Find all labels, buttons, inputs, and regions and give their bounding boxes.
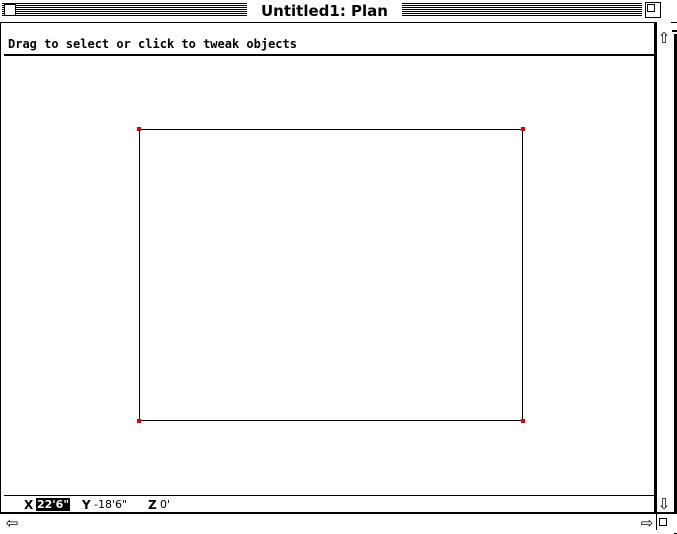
zoom-box-inner — [647, 4, 655, 12]
vertical-scrollbar[interactable] — [656, 22, 671, 512]
zoom-box-icon[interactable] — [645, 2, 661, 18]
scroll-left-arrow-icon[interactable]: ⇦ — [4, 515, 20, 531]
title-bar-stripes-left — [2, 3, 247, 17]
window-title: Untitled1: Plan — [247, 1, 402, 21]
title-bar-stripes-right — [402, 3, 642, 17]
horizontal-scrollbar[interactable] — [0, 514, 677, 533]
x-coordinate-label: X — [24, 498, 34, 512]
scrollbar-divider — [654, 22, 656, 512]
window-frame-left — [0, 22, 1, 533]
selection-handle-top-right[interactable] — [521, 127, 525, 131]
status-message: Drag to select or click to tweak objects — [8, 37, 297, 51]
background-window-edge-top — [672, 30, 677, 32]
window-title-bar[interactable]: Untitled1: Plan — [0, 0, 677, 23]
scroll-down-arrow-icon[interactable]: ⇩ — [657, 496, 671, 512]
selection-handle-top-left[interactable] — [137, 127, 141, 131]
close-box-icon[interactable] — [4, 4, 16, 16]
selection-handle-bottom-right[interactable] — [521, 419, 525, 423]
y-coordinate-label: Y — [82, 498, 91, 512]
y-coordinate-value[interactable]: -18'6" — [94, 498, 127, 511]
scroll-right-arrow-icon[interactable]: ⇨ — [639, 515, 655, 531]
z-coordinate-value[interactable]: 0' — [160, 498, 170, 511]
scroll-up-arrow-icon[interactable]: ⇧ — [657, 30, 671, 46]
x-coordinate-value[interactable]: 22'6" — [36, 498, 71, 511]
background-window-edge — [665, 0, 677, 22]
plan-rectangle-object[interactable] — [137, 127, 525, 423]
grow-box-inner — [659, 518, 667, 526]
z-coordinate-label: Z — [148, 498, 157, 512]
selection-handle-bottom-left[interactable] — [137, 419, 141, 423]
